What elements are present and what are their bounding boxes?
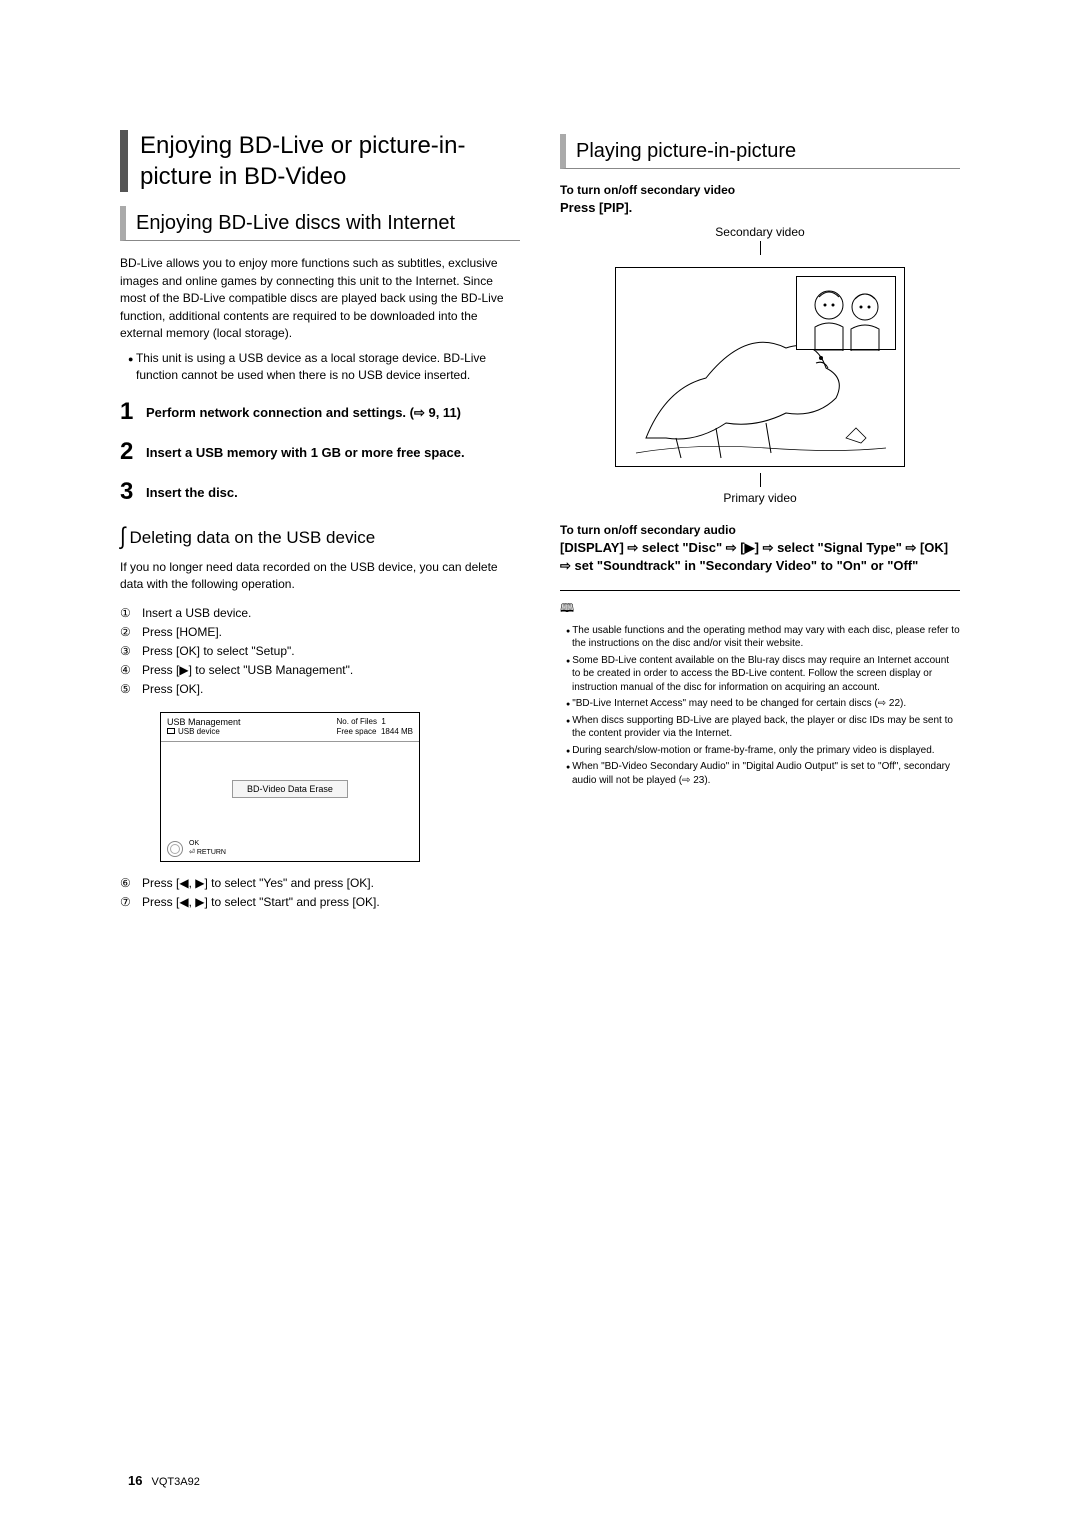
footer: 16 VQT3A92 <box>128 1473 200 1488</box>
sb-ok: OK <box>189 840 226 848</box>
sub-title-bold: Enjoying BD-Live <box>136 212 289 234</box>
separator <box>560 590 960 591</box>
primary-video-label: Primary video <box>560 491 960 505</box>
step-1-text: Perform network connection and settings.… <box>146 398 461 422</box>
sb-title: USB Management <box>167 717 336 727</box>
usb-icon <box>167 728 175 734</box>
delete-intro: If you no longer need data recorded on t… <box>120 559 520 594</box>
sb-nfiles-val: 1 <box>381 717 385 726</box>
pip-illustration <box>615 267 905 467</box>
delete-steps: ①Insert a USB device. ②Press [HOME]. ③Pr… <box>120 604 520 700</box>
sub-title-light: discs with Internet <box>289 212 455 234</box>
pip-inset <box>796 276 896 350</box>
note-3: "BD-Live Internet Access" may need to be… <box>566 697 960 711</box>
step-3: 3 Insert the disc. <box>120 478 520 506</box>
note-icon: 🕮 <box>560 599 960 620</box>
sb-free-label: Free space <box>336 727 376 736</box>
sub-title: Enjoying BD-Live discs with Internet <box>120 206 520 241</box>
people-illustration <box>797 277 897 351</box>
step-3-text: Insert the disc. <box>146 478 238 502</box>
intro-text: BD-Live allows you to enjoy more functio… <box>120 255 520 342</box>
sb-return: RETURN <box>197 849 226 856</box>
press-pip: Press [PIP]. <box>560 199 960 217</box>
delete-step-1: Insert a USB device. <box>142 604 251 623</box>
nav-circle-icon <box>167 841 183 857</box>
delete-step-3: Press [OK] to select "Setup". <box>142 642 295 661</box>
pip-title: Playing picture-in-picture <box>560 134 960 169</box>
sb-device: USB device <box>178 727 220 736</box>
usb-management-screenshot: USB Management USB device No. of Files 1… <box>160 712 420 863</box>
note-4: When discs supporting BD-Live are played… <box>566 714 960 741</box>
note-5: During search/slow-motion or frame-by-fr… <box>566 744 960 758</box>
delete-step-4: Press [▶] to select "USB Management". <box>142 661 353 680</box>
doc-code: VQT3A92 <box>152 1476 200 1488</box>
note-2: Some BD-Live content available on the Bl… <box>566 654 960 695</box>
usb-note: This unit is using a USB device as a loc… <box>128 350 520 384</box>
main-title: Enjoying BD-Live or picture-in-picture i… <box>120 130 520 192</box>
step-num-1: 1 <box>120 398 146 426</box>
delete-step-5: Press [OK]. <box>142 680 203 699</box>
step-2: 2 Insert a USB memory with 1 GB or more … <box>120 438 520 466</box>
step-num-3: 3 <box>120 478 146 506</box>
display-instructions: [DISPLAY] ⇨ select "Disc" ⇨ [▶] ⇨ select… <box>560 539 960 575</box>
note-6: When "BD-Video Secondary Audio" in "Digi… <box>566 760 960 787</box>
step-2-text: Insert a USB memory with 1 GB or more fr… <box>146 438 465 462</box>
sb-free-val: 1844 MB <box>381 727 413 736</box>
ta-on-label: To turn on/off secondary audio <box>560 523 960 537</box>
step-num-2: 2 <box>120 438 146 466</box>
delete-steps-cont: ⑥Press [◀, ▶] to select "Yes" and press … <box>120 874 520 912</box>
sb-nfiles-label: No. of Files <box>336 717 376 726</box>
secondary-video-label: Secondary video <box>560 225 960 239</box>
page-number: 16 <box>128 1473 142 1488</box>
step-1: 1 Perform network connection and setting… <box>120 398 520 426</box>
delete-step-6: Press [◀, ▶] to select "Yes" and press [… <box>142 874 374 893</box>
erase-button: BD-Video Data Erase <box>232 780 348 798</box>
tv-on-label: To turn on/off secondary video <box>560 183 960 197</box>
note-1: The usable functions and the operating m… <box>566 624 960 651</box>
delete-step-2: Press [HOME]. <box>142 623 222 642</box>
delete-heading: Deleting data on the USB device <box>120 526 520 549</box>
delete-step-7: Press [◀, ▶] to select "Start" and press… <box>142 893 380 912</box>
